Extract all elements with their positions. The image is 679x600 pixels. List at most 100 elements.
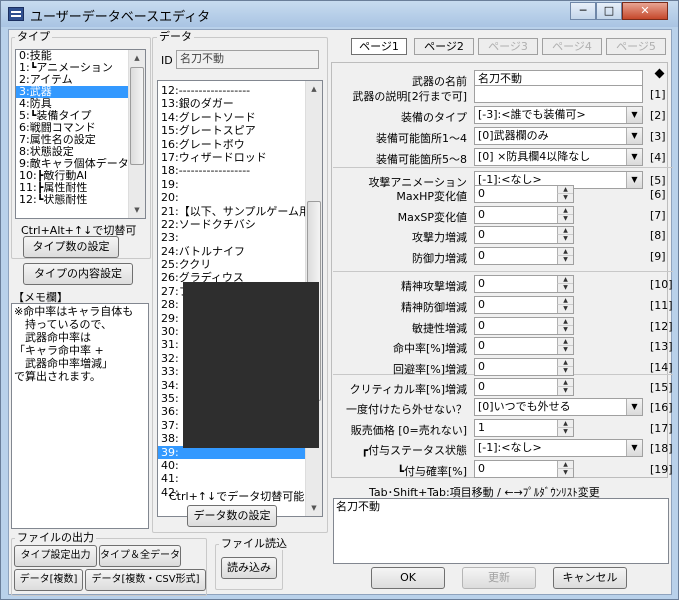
type-list-item[interactable]: 3:武器 <box>16 86 145 98</box>
chevron-down-icon[interactable]: ▼ <box>626 128 642 144</box>
scroll-thumb[interactable] <box>130 67 144 165</box>
type-content-button[interactable]: タイプの内容設定 <box>23 263 133 285</box>
field-desc[interactable] <box>474 85 643 103</box>
scroll-down-icon[interactable]: ▼ <box>306 500 322 516</box>
memo-textarea[interactable]: ※命中率はキャラ自体も 持っているので、 武器命中率は 「キャラ命中率 + 武器… <box>11 303 149 529</box>
spin-down-icon[interactable]: ▼ <box>557 215 573 223</box>
cancel-button[interactable]: キャンセル <box>553 567 627 589</box>
type-list-scrollbar[interactable]: ▲ ▼ <box>128 50 145 218</box>
chevron-down-icon[interactable]: ▼ <box>626 399 642 415</box>
close-button[interactable]: ✕ <box>622 2 668 20</box>
spin-up-icon[interactable]: ▲ <box>557 297 573 305</box>
spin-up-icon[interactable]: ▲ <box>557 186 573 194</box>
spin-up-icon[interactable]: ▲ <box>557 248 573 256</box>
spin-up-icon[interactable]: ▲ <box>557 359 573 367</box>
data-list-item[interactable]: 24:バトルナイフ <box>158 245 306 258</box>
data-list-item[interactable]: 25:ククリ <box>158 258 306 271</box>
data-list-item[interactable]: 18:------------------ <box>158 164 306 177</box>
type-list-item[interactable]: 11:┣属性耐性 <box>16 182 145 194</box>
data-list-item[interactable]: 22:ソードクチバシ <box>158 218 306 231</box>
data-list-item[interactable]: 20: <box>158 191 306 204</box>
spin-up-icon[interactable]: ▲ <box>557 420 573 428</box>
field-maxhp-spinner[interactable]: 0 ▲ ▼ <box>474 185 574 203</box>
spin-down-icon[interactable]: ▼ <box>557 305 573 313</box>
load-button[interactable]: 読み込み <box>221 557 277 579</box>
field-mdef-spinner[interactable]: 0 ▲ ▼ <box>474 296 574 314</box>
spin-down-icon[interactable]: ▼ <box>557 235 573 243</box>
data-list-item[interactable]: 23: <box>158 231 306 244</box>
maximize-button[interactable]: □ <box>596 2 622 20</box>
spin-down-icon[interactable]: ▼ <box>557 256 573 264</box>
spin-down-icon[interactable]: ▼ <box>557 428 573 436</box>
export-type-button[interactable]: タイプ設定出力 <box>14 545 97 567</box>
scroll-up-icon[interactable]: ▲ <box>129 50 145 66</box>
spin-up-icon[interactable]: ▲ <box>557 207 573 215</box>
field-status_rate-spinner[interactable]: 0 ▲ ▼ <box>474 460 574 478</box>
chevron-down-icon[interactable]: ▼ <box>626 107 642 123</box>
tab-page-1[interactable]: ページ1 <box>351 38 407 55</box>
scroll-up-icon[interactable]: ▲ <box>306 81 322 97</box>
type-list-item[interactable]: 6:戦闘コマンド <box>16 122 145 134</box>
field-cursed-select[interactable]: [0]いつでも外せる ▼ <box>474 398 643 416</box>
spin-up-icon[interactable]: ▲ <box>557 461 573 469</box>
field-slot14-select[interactable]: [0]武器欄のみ ▼ <box>474 127 643 145</box>
spin-down-icon[interactable]: ▼ <box>557 469 573 477</box>
data-name-field[interactable]: 名刀不動 <box>176 50 319 69</box>
field-slot58-select[interactable]: [0] ×防具欄4以降なし ▼ <box>474 148 643 166</box>
field-atk-spinner[interactable]: 0 ▲ ▼ <box>474 226 574 244</box>
field-crit-spinner[interactable]: 0 ▲ ▼ <box>474 378 574 396</box>
spin-down-icon[interactable]: ▼ <box>557 326 573 334</box>
field-eva-spinner[interactable]: 0 ▲ ▼ <box>474 358 574 376</box>
type-list-item[interactable]: 7:属性名の設定 <box>16 134 145 146</box>
data-list-item[interactable]: 12:------------------ <box>158 84 306 97</box>
type-list-item[interactable]: 8:状態設定 <box>16 146 145 158</box>
export-data-button[interactable]: データ[複数] <box>14 569 83 591</box>
field-matk-spinner[interactable]: 0 ▲ ▼ <box>474 275 574 293</box>
data-list-item[interactable]: 16:グレートボウ <box>158 138 306 151</box>
spin-up-icon[interactable]: ▲ <box>557 379 573 387</box>
apply-button[interactable]: 更新 <box>462 567 536 589</box>
field-equip_type-select[interactable]: [-3]:<誰でも装備可> ▼ <box>474 106 643 124</box>
data-count-button[interactable]: データ数の設定 <box>187 505 277 527</box>
chevron-down-icon[interactable]: ▼ <box>626 149 642 165</box>
data-list-item[interactable]: 21:【以下、サンプルゲーム用】 <box>158 205 306 218</box>
field-agi-spinner[interactable]: 0 ▲ ▼ <box>474 317 574 335</box>
field-def-spinner[interactable]: 0 ▲ ▼ <box>474 247 574 265</box>
field-price-spinner[interactable]: 1 ▲ ▼ <box>474 419 574 437</box>
chevron-down-icon[interactable]: ▼ <box>626 172 642 188</box>
data-list-item[interactable]: 14:グレートソード <box>158 111 306 124</box>
type-count-button[interactable]: タイプ数の設定 <box>23 236 119 258</box>
spin-up-icon[interactable]: ▲ <box>557 318 573 326</box>
spin-up-icon[interactable]: ▲ <box>557 276 573 284</box>
type-list-item[interactable]: 12:┗状態耐性 <box>16 194 145 206</box>
spin-down-icon[interactable]: ▼ <box>557 367 573 375</box>
preview-textarea[interactable]: 名刀不動 <box>333 498 669 564</box>
chevron-down-icon[interactable]: ▼ <box>626 440 642 456</box>
field-hit-spinner[interactable]: 0 ▲ ▼ <box>474 337 574 355</box>
type-list-item[interactable]: 9:敵キャラ個体データ <box>16 158 145 170</box>
type-list-item[interactable]: 10:┣敵行動AI <box>16 170 145 182</box>
spin-down-icon[interactable]: ▼ <box>557 387 573 395</box>
spin-down-icon[interactable]: ▼ <box>557 284 573 292</box>
ok-button[interactable]: OK <box>371 567 445 589</box>
spin-up-icon[interactable]: ▲ <box>557 338 573 346</box>
type-list-item[interactable]: 5:┗装備タイプ <box>16 110 145 122</box>
data-list-item[interactable]: 40: <box>158 459 306 472</box>
tab-page-2[interactable]: ページ2 <box>414 38 474 55</box>
type-list-item[interactable]: 4:防具 <box>16 98 145 110</box>
type-list-item[interactable]: 1:┗アニメーション <box>16 62 145 74</box>
type-list-item[interactable]: 0:技能 <box>16 50 145 62</box>
data-list-item[interactable]: 17:ウィザードロッド <box>158 151 306 164</box>
field-status-select[interactable]: [-1]:<なし> ▼ <box>474 439 643 457</box>
export-all-button[interactable]: タイプ＆全データ <box>99 545 181 567</box>
type-list-item[interactable]: 2:アイテム <box>16 74 145 86</box>
data-list-item[interactable]: 41: <box>158 472 306 485</box>
type-list[interactable]: 0:技能 1:┗アニメーション 2:アイテム 3:武器 4:防具 5:┗装備タイプ 6:戦闘… <box>15 49 146 219</box>
data-list-item[interactable]: 19: <box>158 178 306 191</box>
data-list-item[interactable]: 15:グレートスピア <box>158 124 306 137</box>
field-maxsp-spinner[interactable]: 0 ▲ ▼ <box>474 206 574 224</box>
spin-down-icon[interactable]: ▼ <box>557 346 573 354</box>
data-list-item[interactable]: 13:銀のダガー <box>158 97 306 110</box>
export-csv-button[interactable]: データ[複数・CSV形式] <box>85 569 206 591</box>
spin-up-icon[interactable]: ▲ <box>557 227 573 235</box>
